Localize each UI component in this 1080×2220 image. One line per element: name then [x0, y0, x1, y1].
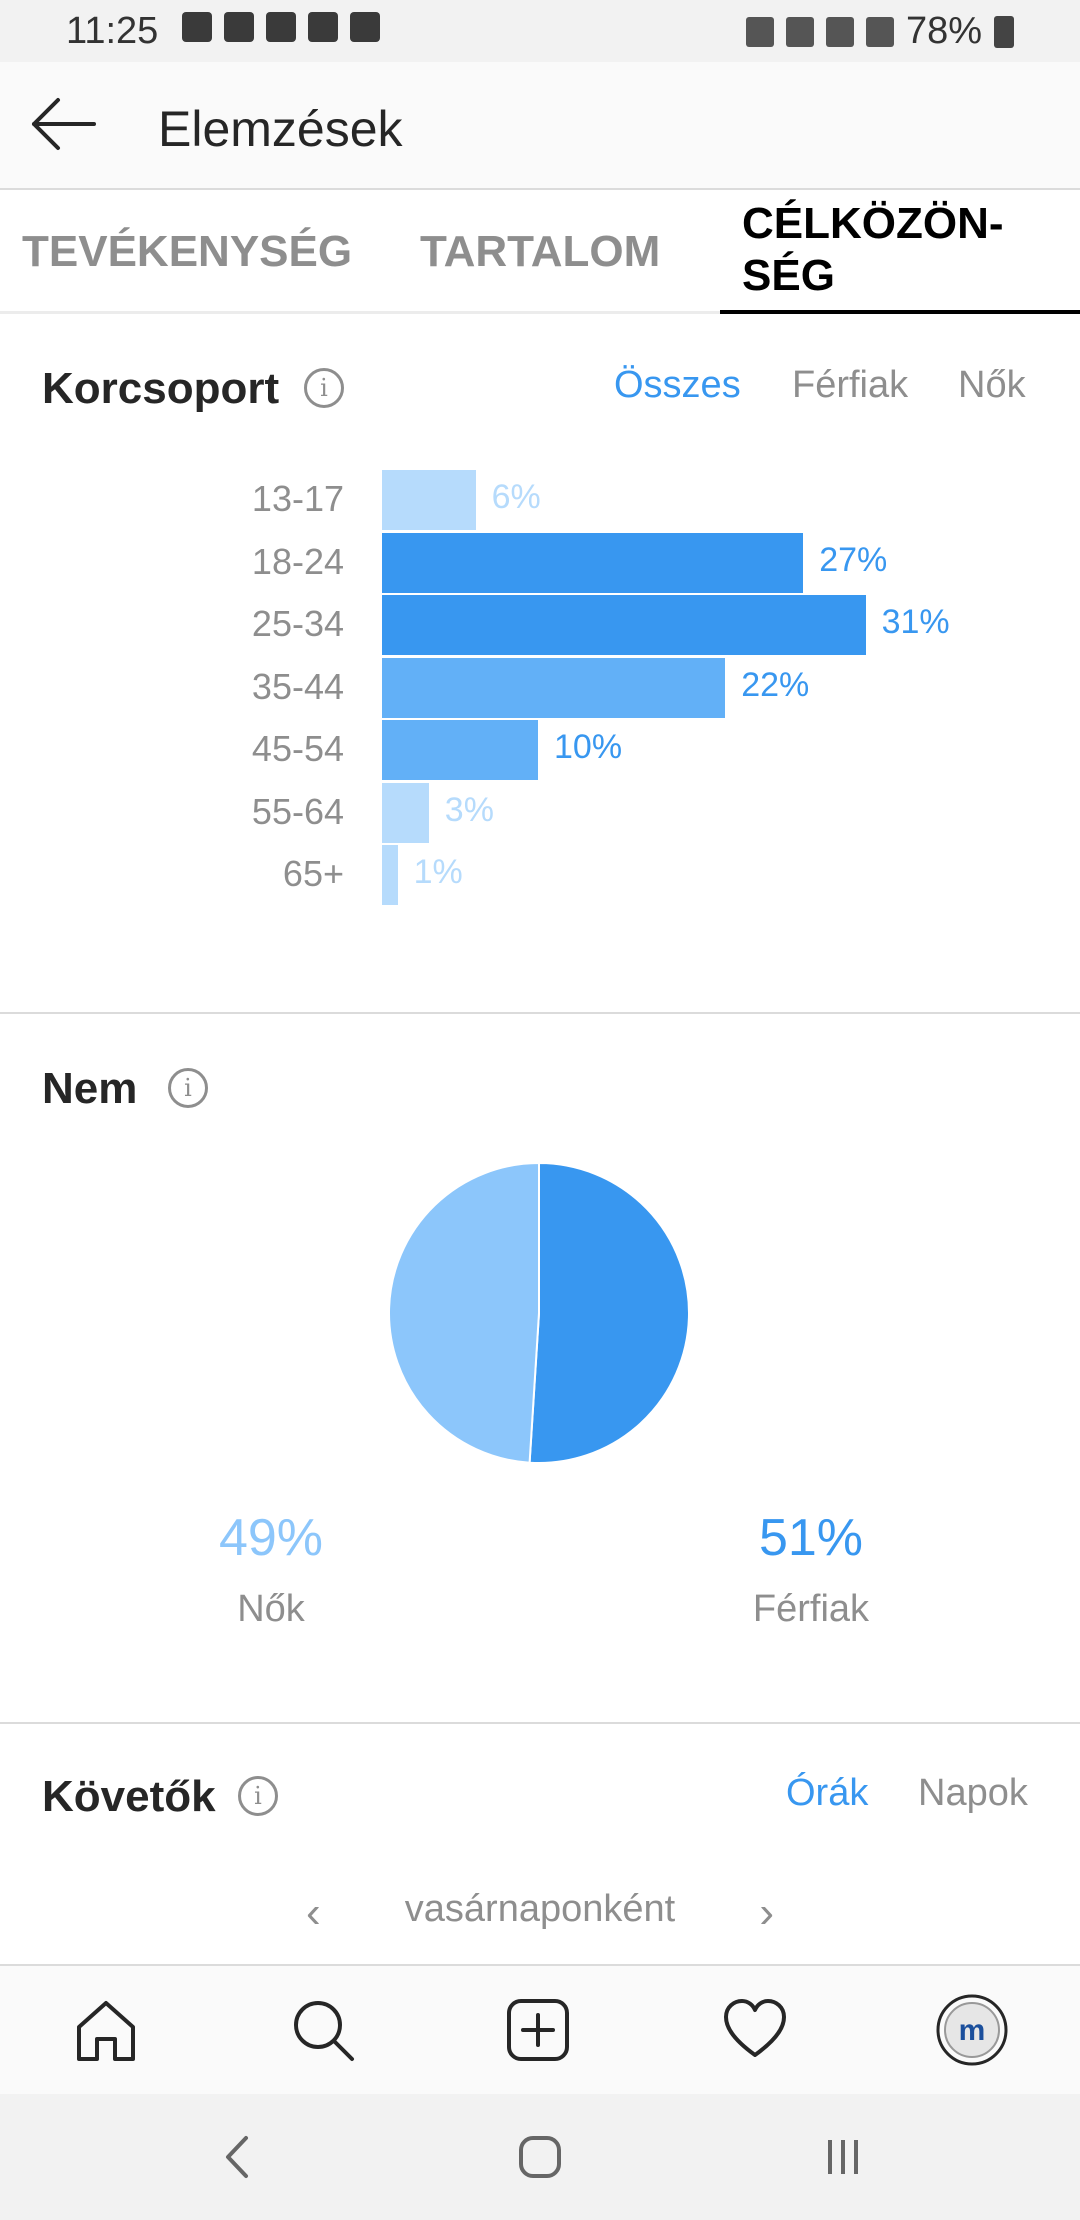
- add-post-icon: [507, 1999, 569, 2061]
- age-category-label: 18-24: [251, 540, 344, 582]
- signal-icon: [865, 16, 894, 47]
- followers-info-icon[interactable]: i: [238, 1776, 278, 1816]
- age-value-label: 6%: [491, 478, 541, 516]
- men-label: Férfiak: [752, 1588, 870, 1630]
- followers-section-title: Követők: [42, 1772, 216, 1821]
- age-row: 35-44 22%: [0, 657, 1080, 718]
- age-bar: [382, 720, 538, 780]
- age-category-label: 55-64: [251, 790, 344, 832]
- chevron-right-icon[interactable]: ›: [759, 1888, 774, 1938]
- day-selector: ‹ vasárnaponként ›: [300, 1888, 780, 1948]
- app-header: Elemzések: [0, 62, 1080, 190]
- women-label: Nők: [237, 1588, 305, 1630]
- status-time: 11:25: [66, 10, 159, 52]
- age-value-label: 3%: [444, 790, 494, 829]
- age-row: 55-64 3%: [0, 782, 1080, 843]
- age-row: 65+ 1%: [0, 845, 1080, 905]
- age-category-label: 25-34: [251, 603, 344, 644]
- tab-bar: TEVÉKENYSÉG TARTALOM CÉLKÖZÖN- SÉG: [0, 190, 1080, 314]
- home-icon: [77, 2001, 135, 2061]
- tab-content[interactable]: TARTALOM: [420, 190, 660, 314]
- chevron-left-icon[interactable]: ‹: [306, 1888, 321, 1938]
- nav-add[interactable]: [498, 1990, 578, 2070]
- age-row: 13-17 6%: [0, 470, 1080, 530]
- age-row: 25-34 31%: [0, 595, 1080, 655]
- person-icon: [266, 12, 296, 42]
- age-bar: [382, 532, 804, 593]
- news-icon: [182, 12, 212, 42]
- age-row: 18-24 27%: [0, 532, 1080, 593]
- age-info-icon[interactable]: i: [304, 368, 344, 408]
- age-section-title: Korcsoport: [42, 364, 280, 413]
- day-selector-label: vasárnaponként: [404, 1888, 676, 1930]
- recents-icon: [828, 2140, 858, 2174]
- system-back-button[interactable]: [203, 2124, 273, 2190]
- age-value-label: 10%: [554, 728, 623, 766]
- filter-hours[interactable]: Órák: [786, 1772, 868, 1815]
- svg-text:m: m: [959, 2014, 986, 2047]
- age-bar: [382, 782, 429, 843]
- chevron-left-icon: [226, 2136, 248, 2178]
- system-recents-button[interactable]: [808, 2124, 878, 2190]
- age-value-label: 22%: [741, 665, 810, 704]
- nav-activity[interactable]: [715, 1990, 795, 2070]
- nav-search[interactable]: [283, 1990, 363, 2070]
- section-divider: [0, 1012, 1080, 1014]
- age-row: 45-54 10%: [0, 720, 1080, 780]
- notification-icons: [182, 12, 380, 42]
- age-value-label: 1%: [413, 853, 463, 891]
- gender-pie-chart: [388, 1161, 690, 1464]
- filter-men[interactable]: Férfiak: [792, 364, 908, 407]
- gmail-icon: [224, 12, 254, 42]
- pie-slice-women: [388, 1161, 540, 1464]
- status-bar: 11:25 78%: [0, 0, 1080, 62]
- system-nav-bar: [0, 2094, 1080, 2220]
- age-category-label: 65+: [282, 853, 344, 894]
- gallery-icon: [308, 12, 338, 42]
- arrow-left-icon: [32, 98, 96, 150]
- age-bar: [382, 595, 866, 655]
- mute-icon: [785, 16, 814, 47]
- age-category-label: 13-17: [251, 478, 344, 519]
- women-percent: 49%: [218, 1509, 324, 1567]
- age-value-label: 31%: [881, 603, 950, 641]
- age-bar: [382, 470, 476, 530]
- bottom-nav: m: [0, 1964, 1080, 2094]
- battery-icon: [994, 15, 1014, 48]
- system-status: 78%: [745, 10, 1014, 53]
- section-divider: [0, 1722, 1080, 1724]
- gender-section-title: Nem: [42, 1064, 138, 1113]
- age-category-label: 45-54: [251, 728, 344, 769]
- system-home-button[interactable]: [505, 2124, 575, 2190]
- page-title: Elemzések: [158, 101, 403, 157]
- nav-profile[interactable]: m: [932, 1990, 1012, 2070]
- activity-heart-icon: [724, 1999, 786, 2057]
- age-bar: [382, 657, 726, 718]
- battery-percent: 78%: [905, 10, 982, 52]
- age-bar: [382, 845, 398, 905]
- age-category-label: 35-44: [251, 665, 344, 707]
- men-percent: 51%: [758, 1509, 864, 1567]
- gender-info-icon[interactable]: i: [168, 1068, 208, 1108]
- bluetooth-icon: [745, 16, 774, 47]
- tab-audience[interactable]: CÉLKÖZÖN- SÉG: [720, 190, 1080, 314]
- search-icon: [294, 2001, 354, 2061]
- pie-slice-men: [528, 1161, 690, 1464]
- tab-activity[interactable]: TEVÉKENYSÉG: [22, 190, 352, 314]
- filter-women[interactable]: Nők: [958, 364, 1026, 407]
- age-value-label: 27%: [819, 540, 888, 579]
- nav-home[interactable]: [66, 1990, 146, 2070]
- profile-avatar-icon: m: [936, 1994, 1008, 2066]
- filter-days[interactable]: Napok: [918, 1772, 1028, 1815]
- home-square-icon: [519, 2136, 561, 2178]
- filter-all[interactable]: Összes: [614, 364, 741, 407]
- wifi-icon: [825, 16, 854, 47]
- back-button[interactable]: [28, 92, 98, 156]
- maps-icon: [350, 12, 380, 42]
